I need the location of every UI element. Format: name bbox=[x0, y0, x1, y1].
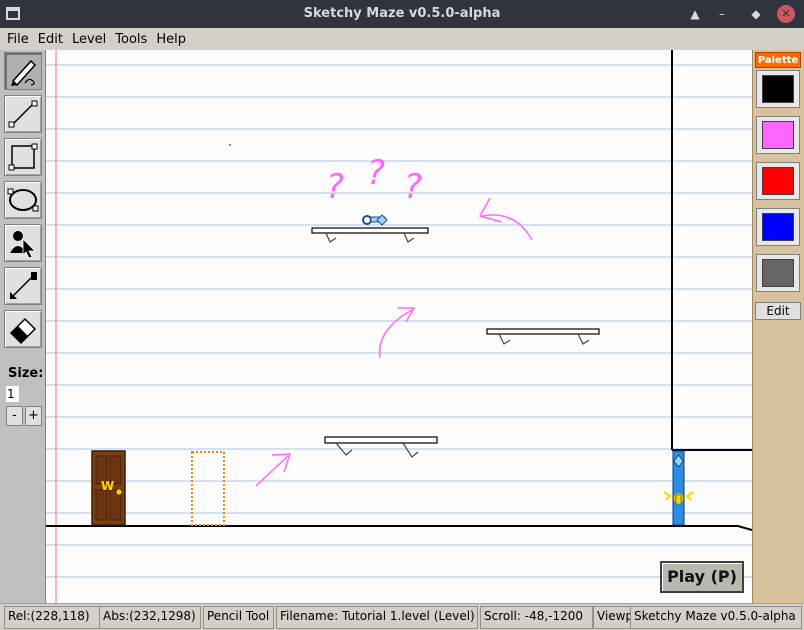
question-mark: ? bbox=[404, 167, 422, 207]
question-mark: ? bbox=[326, 167, 344, 207]
menu-bar: File Edit Level Tools Help bbox=[0, 28, 804, 50]
ellipse-tool-button[interactable] bbox=[4, 181, 42, 219]
line-icon bbox=[8, 100, 38, 128]
actor-tool-button[interactable] bbox=[4, 224, 42, 262]
menu-edit[interactable]: Edit bbox=[35, 32, 69, 47]
swatch-chip bbox=[762, 75, 794, 103]
eraser-icon bbox=[9, 317, 37, 345]
window-title: Sketchy Maze v0.5.0-alpha bbox=[303, 6, 501, 21]
palette-panel: Palette Edit bbox=[752, 50, 804, 603]
palette-edit-button[interactable]: Edit bbox=[755, 302, 801, 320]
play-button[interactable]: Play (P) bbox=[660, 561, 744, 593]
status-viewport: Viewp bbox=[593, 606, 631, 629]
shade-window-button[interactable]: ▲ bbox=[686, 5, 704, 23]
platform-middle[interactable] bbox=[486, 328, 600, 345]
link-icon bbox=[10, 272, 37, 299]
eraser-tool-button[interactable] bbox=[4, 310, 42, 348]
swatch-chip bbox=[762, 121, 794, 149]
minimize-window-button[interactable]: – bbox=[713, 5, 731, 23]
menu-file[interactable]: File bbox=[4, 32, 35, 47]
size-increase-button[interactable]: + bbox=[25, 406, 42, 426]
actor-pointer-icon bbox=[10, 231, 36, 259]
swatch-black[interactable] bbox=[756, 70, 800, 108]
key-item[interactable] bbox=[362, 214, 388, 226]
size-decrease-button[interactable]: - bbox=[6, 406, 23, 426]
palette-title: Palette bbox=[755, 52, 801, 68]
size-value[interactable]: 1 bbox=[6, 386, 19, 402]
question-mark: ? bbox=[367, 153, 385, 193]
platform-bottom[interactable] bbox=[324, 436, 438, 458]
line-tool-button[interactable] bbox=[4, 95, 42, 133]
platform-top[interactable] bbox=[311, 227, 429, 243]
start-door[interactable]: W bbox=[91, 450, 126, 526]
pink-dot bbox=[229, 144, 231, 146]
status-bar: Rel:(228,118) Abs:(232,1298) Pencil Tool… bbox=[0, 603, 804, 630]
rectangle-icon bbox=[8, 143, 38, 171]
swatch-chip bbox=[762, 259, 794, 287]
swatch-blue[interactable] bbox=[756, 208, 800, 246]
menu-help[interactable]: Help bbox=[153, 32, 192, 47]
status-filename: Filename: Tutorial 1.level (Level) bbox=[276, 606, 478, 629]
swatch-chip bbox=[762, 213, 794, 241]
ellipse-icon bbox=[7, 188, 39, 212]
swatch-pink[interactable] bbox=[756, 116, 800, 154]
pencil-tool-button[interactable] bbox=[4, 52, 42, 90]
invisible-door[interactable] bbox=[191, 451, 225, 526]
level-canvas[interactable]: ? ? ? W bbox=[46, 50, 752, 603]
close-window-button[interactable]: ✕ bbox=[777, 5, 795, 23]
ruled-lines bbox=[46, 64, 752, 578]
toolbox: Size: 1 - + bbox=[0, 50, 46, 603]
title-bar: Sketchy Maze v0.5.0-alpha ▲ – ◆ ✕ bbox=[0, 0, 804, 28]
link-tool-button[interactable] bbox=[4, 267, 42, 305]
menu-tools[interactable]: Tools bbox=[112, 32, 153, 47]
status-abs: Abs:(232,1298) bbox=[99, 606, 201, 629]
door-letter: W bbox=[101, 479, 114, 493]
status-tool: Pencil Tool bbox=[203, 606, 274, 629]
swatch-red[interactable] bbox=[756, 162, 800, 200]
status-rel: Rel:(228,118) bbox=[4, 606, 102, 629]
size-label: Size: bbox=[8, 366, 44, 381]
level-walls bbox=[46, 50, 752, 531]
blue-gate[interactable] bbox=[663, 450, 694, 526]
canvas-drawing[interactable]: ? ? ? W bbox=[46, 50, 752, 603]
swatch-gray[interactable] bbox=[756, 254, 800, 292]
status-scroll: Scroll: -48,-1200 bbox=[480, 606, 593, 629]
menu-level[interactable]: Level bbox=[69, 32, 112, 47]
maximize-window-button[interactable]: ◆ bbox=[747, 5, 765, 23]
swatch-chip bbox=[762, 167, 794, 195]
status-app-title: Sketchy Maze v0.5.0-alpha bbox=[630, 606, 802, 629]
pencil-icon bbox=[11, 59, 37, 87]
rectangle-tool-button[interactable] bbox=[4, 138, 42, 176]
